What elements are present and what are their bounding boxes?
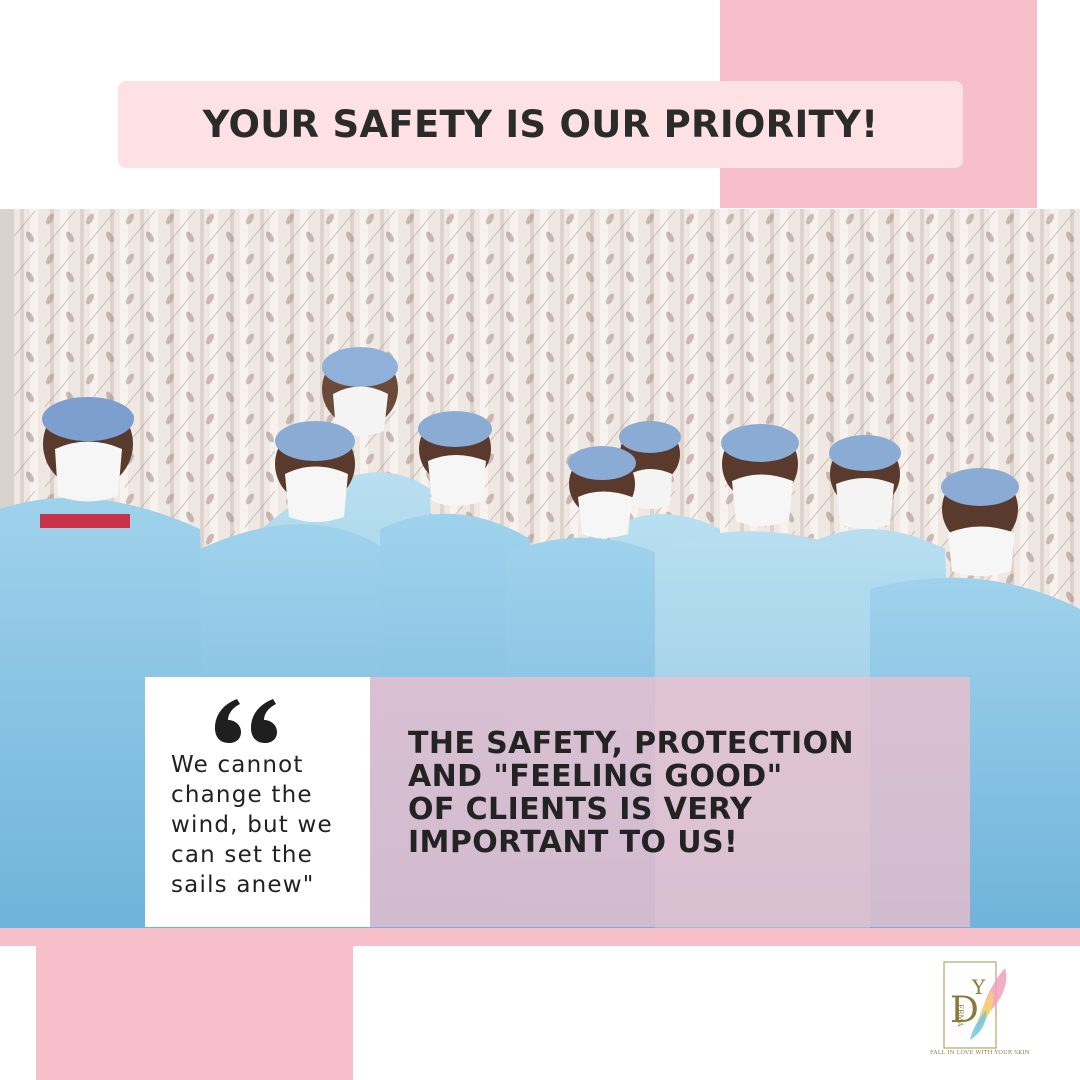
brand-logo: D Y ERMA FALL IN LOVE WITH YOUR SKIN xyxy=(930,960,1030,1062)
derma-logo-icon: D Y ERMA xyxy=(943,961,1007,1049)
statement-text: THE SAFETY, PROTECTION AND "FEELING GOOD… xyxy=(408,726,854,860)
quote-icon xyxy=(215,699,277,743)
statement-overlay: THE SAFETY, PROTECTION AND "FEELING GOOD… xyxy=(370,677,970,927)
quote-text: We cannot change the wind, but we can se… xyxy=(171,752,333,898)
page-title: YOUR SAFETY IS OUR PRIORITY! xyxy=(202,103,879,146)
decor-pink-block-bottom xyxy=(36,944,353,1080)
quote-card: We cannot change the wind, but we can se… xyxy=(145,677,370,927)
title-banner: YOUR SAFETY IS OUR PRIORITY! xyxy=(118,81,963,168)
decor-pink-strip xyxy=(0,928,1080,946)
brand-tagline: FALL IN LOVE WITH YOUR SKIN xyxy=(930,1050,1030,1056)
svg-text:ERMA: ERMA xyxy=(956,1004,964,1028)
svg-text:Y: Y xyxy=(971,975,986,999)
